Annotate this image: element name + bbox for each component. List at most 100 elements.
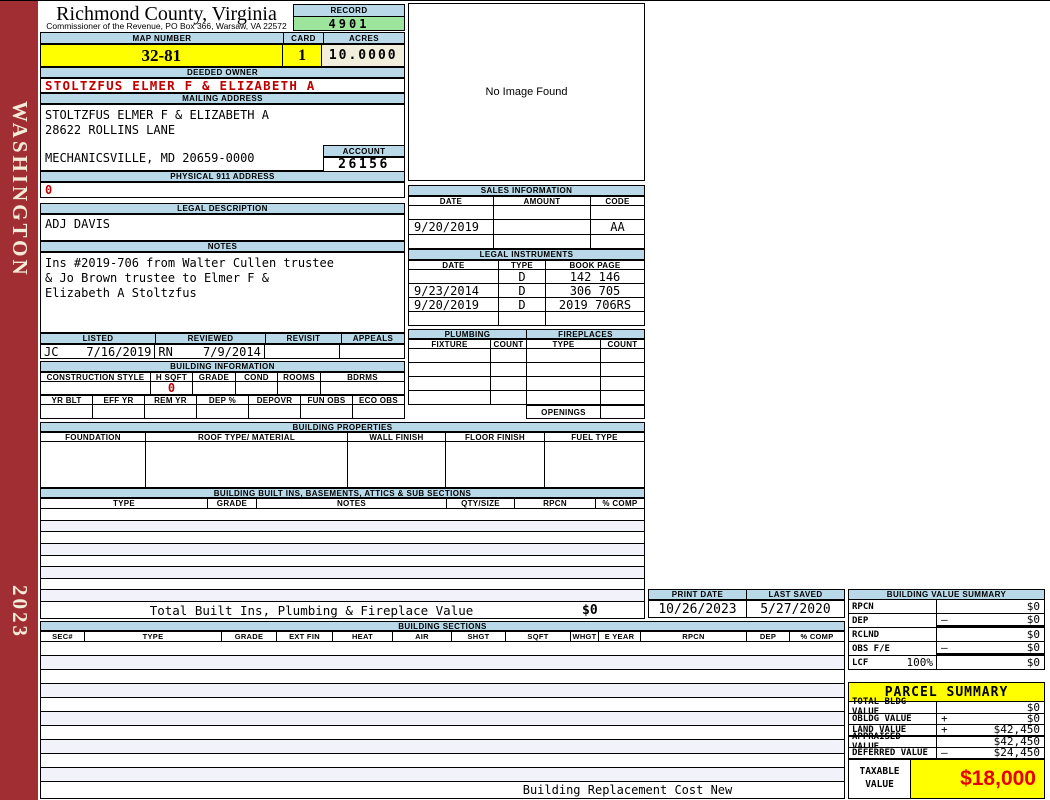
empty-row bbox=[41, 543, 644, 556]
taxable-label-line1: TAXABLE bbox=[859, 766, 900, 778]
funobs-value bbox=[301, 405, 353, 418]
reviewed-label: REVIEWED bbox=[155, 333, 265, 344]
empty-row bbox=[41, 520, 644, 533]
building-replacement-label: Building Replacement Cost New bbox=[522, 783, 733, 797]
summary-row-lcf: LCF 100% $0 bbox=[848, 656, 1045, 670]
legal-instruments-title: LEGAL INSTRUMENTS bbox=[408, 249, 645, 260]
parcel-summary: PARCEL SUMMARY TOTAL BLDG VALUE $0 OBLDG… bbox=[848, 682, 1045, 799]
mailing-line-3: MECHANICSVILLE, MD 20659-0000 bbox=[45, 151, 255, 165]
fixture-label: FIXTURE bbox=[409, 340, 491, 349]
reviewed-by: RN bbox=[158, 345, 173, 358]
yrblt-value bbox=[41, 405, 93, 418]
ecoobs-value bbox=[353, 405, 404, 418]
plumbing-title: PLUMBING bbox=[408, 329, 526, 339]
openings-value bbox=[601, 406, 644, 418]
notes-line-2: & Jo Brown trustee to Elmer F & bbox=[45, 271, 269, 285]
empty-row bbox=[41, 684, 844, 698]
section-type-label: TYPE bbox=[85, 632, 222, 641]
instrument-row: D 142 146 bbox=[408, 270, 645, 284]
wall-finish-label: WALL FINISH bbox=[348, 433, 446, 442]
instrument-date-label: DATE bbox=[409, 261, 499, 270]
builtin-rpcn-label: RPCN bbox=[515, 499, 596, 508]
built-ins-total-value: $0 bbox=[582, 602, 598, 618]
shgt-label: SHGT bbox=[452, 632, 506, 641]
account-label: ACCOUNT bbox=[323, 145, 405, 157]
listed-label: LISTED bbox=[40, 333, 155, 344]
record-value: 4901 bbox=[293, 16, 405, 31]
empty-row bbox=[41, 768, 844, 781]
section-grade-label: GRADE bbox=[222, 632, 277, 641]
funobs-label: FUN OBS bbox=[301, 396, 353, 405]
builtin-comp-label: % COMP bbox=[602, 499, 638, 508]
notes-box: Ins #2019-706 from Walter Cullen trustee… bbox=[40, 252, 405, 333]
building-information-title: BUILDING INFORMATION bbox=[40, 361, 405, 372]
heat-label: HEAT bbox=[333, 632, 393, 641]
empty-row bbox=[41, 556, 644, 568]
effyr-value bbox=[93, 405, 145, 418]
commissioner-line: Commissioner of the Revenue, PO Box 366,… bbox=[46, 21, 287, 31]
spine-state-label: WASHINGTON bbox=[8, 101, 32, 278]
construction-style-value bbox=[41, 382, 151, 394]
photo-placeholder: No Image Found bbox=[408, 3, 645, 181]
hsqft-label: H SQFT bbox=[151, 373, 193, 382]
notes-label: NOTES bbox=[40, 241, 405, 252]
rooms-label: ROOMS bbox=[278, 373, 321, 382]
reviewed-date: 7/9/2014 bbox=[203, 345, 261, 358]
builtin-grade-label: GRADE bbox=[208, 499, 257, 508]
appeals-value bbox=[340, 345, 404, 358]
legal-description-value: ADJ DAVIS bbox=[45, 217, 111, 231]
fuel-type-label: FUEL TYPE bbox=[571, 432, 618, 442]
listed-by: JC bbox=[44, 345, 59, 358]
taxable-value: $18,000 bbox=[911, 759, 1044, 798]
year-spine: WASHINGTON 2023 bbox=[0, 1, 38, 800]
sales-row bbox=[408, 206, 645, 220]
builtin-type-label: TYPE bbox=[41, 499, 208, 508]
openings-label: OPENINGS bbox=[527, 406, 601, 418]
empty-row bbox=[41, 642, 844, 656]
construction-style-label: CONSTRUCTION STYLE bbox=[41, 373, 151, 382]
deeded-owner-value: STOLTZFUS ELMER F & ELIZABETH A bbox=[45, 79, 316, 92]
county-title: Richmond County, Virginia bbox=[56, 3, 277, 25]
empty-row bbox=[41, 532, 644, 544]
building-properties-title: BUILDING PROPERTIES bbox=[40, 422, 645, 432]
effyr-label: EFF YR bbox=[93, 396, 145, 405]
built-ins-total-label: Total Built Ins, Plumbing & Fireplace Va… bbox=[149, 602, 474, 618]
map-number-value: 32-81 bbox=[41, 45, 283, 66]
roof-type-value bbox=[146, 442, 348, 487]
air-label: AIR bbox=[393, 632, 452, 641]
appeals-label: APPEALS bbox=[341, 333, 405, 344]
dep-pct-label: DEP % bbox=[197, 396, 249, 405]
summary-row-obs: OBS F/E – $0 bbox=[848, 641, 1045, 656]
depovr-label: DEPOVR bbox=[249, 396, 301, 405]
remyr-value bbox=[145, 405, 197, 418]
ecoobs-label: ECO OBS bbox=[359, 395, 398, 405]
card-label: CARD bbox=[283, 32, 323, 44]
notes-line-1: Ins #2019-706 from Walter Cullen trustee bbox=[45, 256, 334, 270]
built-ins-title: BUILDING BUILT INS, BASEMENTS, ATTICS & … bbox=[40, 488, 645, 498]
builtin-qty-label: QTY/SIZE bbox=[447, 499, 515, 508]
summary-row-rpcn: RPCN $0 bbox=[848, 600, 1045, 614]
taxable-label-line2: VALUE bbox=[865, 778, 894, 790]
mailing-line-1: STOLTZFUS ELMER F & ELIZABETH A bbox=[45, 108, 269, 122]
empty-row bbox=[41, 656, 844, 670]
physical-address-value: 0 bbox=[45, 183, 53, 197]
empty-row bbox=[41, 670, 844, 684]
sqft-label: SQFT bbox=[506, 632, 571, 641]
bdrms-label: BDRMS bbox=[347, 372, 378, 382]
plumbing-fireplace-row bbox=[408, 349, 645, 363]
deeded-owner-label: DEEDED OWNER bbox=[40, 67, 405, 78]
revisit-label: REVISIT bbox=[265, 333, 341, 344]
cond-value bbox=[236, 382, 278, 394]
foundation-value bbox=[41, 442, 146, 487]
built-ins-empty-rows bbox=[40, 509, 645, 602]
plumbing-count-label: COUNT bbox=[491, 340, 527, 349]
grade-value bbox=[193, 382, 236, 394]
empty-row bbox=[41, 509, 644, 521]
acres-label: ACRES bbox=[323, 32, 405, 44]
instrument-bookpage-label: BOOK PAGE bbox=[569, 260, 621, 270]
revisit-value bbox=[265, 345, 341, 358]
sales-code-label: CODE bbox=[605, 196, 630, 206]
empty-row bbox=[41, 726, 844, 740]
wall-finish-value bbox=[348, 442, 446, 487]
instrument-type-label: TYPE bbox=[499, 261, 546, 270]
